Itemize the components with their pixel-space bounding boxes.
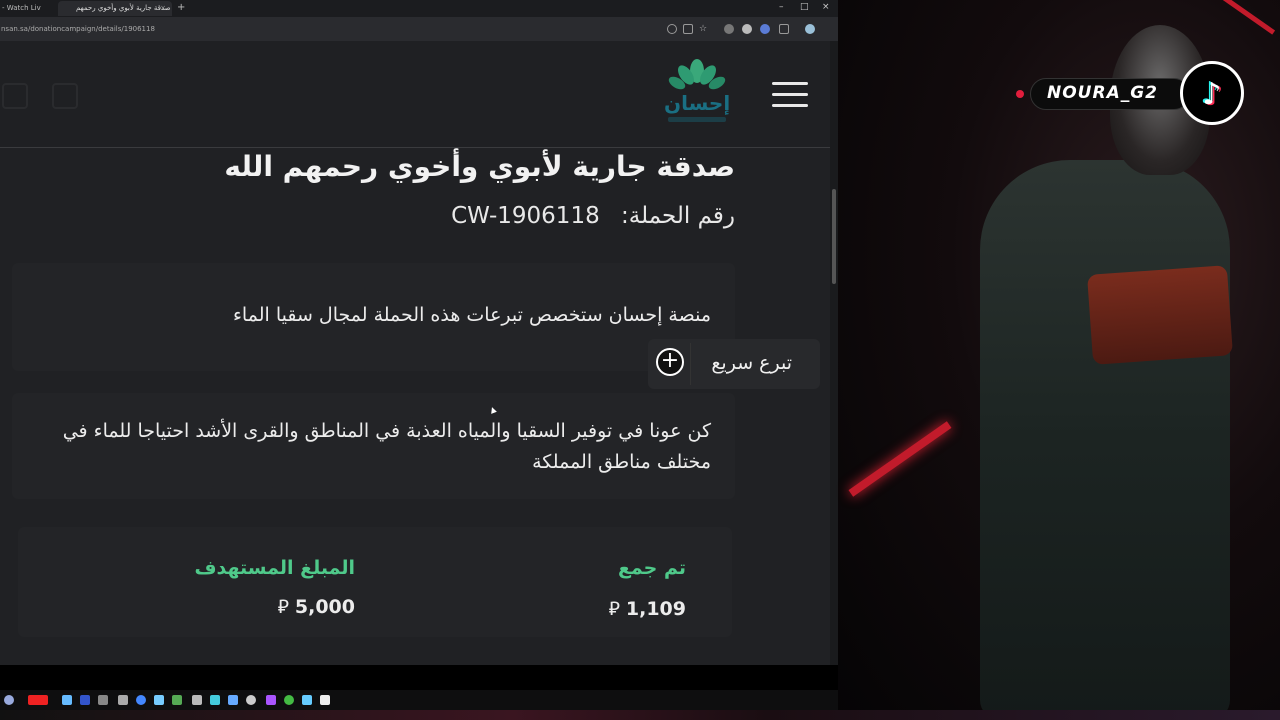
divider <box>690 343 691 385</box>
logo-text: إحسان <box>664 91 731 115</box>
samurai-sash <box>1087 265 1233 365</box>
bookmark-star-icon[interactable]: ☆ <box>699 24 709 34</box>
tiktok-logo-icon: ♪ <box>1180 61 1244 125</box>
site-header: إحسان <box>0 41 830 148</box>
zoom-icon[interactable] <box>667 24 677 34</box>
extension-icon-2[interactable] <box>742 24 752 34</box>
tab-watch-live[interactable]: - Watch Liv <box>0 1 52 16</box>
hamburger-line <box>772 104 808 107</box>
stats-card: تم جمع ⃁ 1,109 المبلغ المستهدف ⃁ 5,000 <box>18 527 732 637</box>
taskbar-app-icon[interactable] <box>266 695 276 705</box>
taskbar-app-icon[interactable] <box>228 695 238 705</box>
music-note-icon: ♪ <box>1202 77 1222 112</box>
sidepanel-icon[interactable] <box>779 24 789 34</box>
page-scrollbar[interactable] <box>830 41 838 665</box>
tab-campaign[interactable]: صدقة جارية لأبوي وأخوي رحمهم × <box>58 1 172 16</box>
riyal-icon: ⃁ <box>277 596 289 618</box>
browser-window: - Watch Liv صدقة جارية لأبوي وأخوي رحمهم… <box>0 0 838 665</box>
campaign-number-label: رقم الحملة: <box>621 203 735 229</box>
description-card: كن عونا في توفير السقيا والمياه العذبة ف… <box>12 393 735 499</box>
tab-bar: - Watch Liv صدقة جارية لأبوي وأخوي رحمهم… <box>0 0 838 17</box>
profile-avatar[interactable] <box>805 24 815 34</box>
taskbar-app-icon[interactable] <box>320 695 330 705</box>
quick-donate-button[interactable]: + تبرع سريع <box>648 339 820 389</box>
taskbar-app-icon[interactable] <box>62 695 72 705</box>
hamburger-line <box>772 82 808 85</box>
extension-icon[interactable] <box>724 24 734 34</box>
tab-label: صدقة جارية لأبوي وأخوي رحمهم <box>76 4 171 12</box>
taskbar-app-icon[interactable] <box>246 695 256 705</box>
target-amount: ⃁ 5,000 <box>278 595 355 619</box>
hamburger-line <box>772 93 808 96</box>
user-icon[interactable] <box>52 83 78 109</box>
live-dot <box>1016 90 1024 98</box>
collected-amount: ⃁ 1,109 <box>609 597 686 621</box>
taskbar-app-icon[interactable] <box>284 695 294 705</box>
taskbar-app-icon[interactable] <box>302 695 312 705</box>
start-icon[interactable] <box>4 695 14 705</box>
campaign-number: رقم الحملة: CW-1906118 <box>451 203 735 229</box>
campaign-number-value: CW-1906118 <box>451 203 600 229</box>
taskbar-app-icon[interactable] <box>154 695 164 705</box>
allocation-card: منصة إحسان ستخصص تبرعات هذه الحملة لمجال… <box>12 263 735 371</box>
taskbar-app-icon[interactable] <box>28 695 48 705</box>
taskbar-app-icon[interactable] <box>136 695 146 705</box>
taskbar-app-icon[interactable] <box>80 695 90 705</box>
close-window-icon[interactable]: × <box>822 0 830 15</box>
campaign-description: كن عونا في توفير السقيا والمياه العذبة ف… <box>62 420 711 473</box>
taskbar-app-icon[interactable] <box>210 695 220 705</box>
taskbar-app-icon[interactable] <box>172 695 182 705</box>
collected-value: 1,109 <box>625 598 686 620</box>
minimize-icon[interactable]: – <box>779 0 784 15</box>
ehsan-logo[interactable]: إحسان <box>664 59 730 127</box>
close-tab-icon[interactable]: × <box>160 1 166 16</box>
tab-label: - Watch Liv <box>2 4 41 12</box>
campaign-title: صدقة جارية لأبوي وأخوي رحمهم الله <box>224 150 735 183</box>
tiktok-username-badge: NOURA_G2 <box>1030 78 1190 110</box>
allocation-text: منصة إحسان ستخصص تبرعات هذه الحملة لمجال… <box>233 304 711 326</box>
scrollbar-thumb[interactable] <box>832 189 836 284</box>
quick-donate-label: تبرع سريع <box>711 352 792 374</box>
taskbar <box>0 690 838 710</box>
plus-icon: + <box>656 348 684 376</box>
taskbar-app-icon[interactable] <box>118 695 128 705</box>
maximize-icon[interactable]: □ <box>800 0 809 15</box>
cart-icon[interactable] <box>2 83 28 109</box>
leaf-logo-icon <box>668 59 726 90</box>
riyal-icon: ⃁ <box>608 598 620 620</box>
new-tab-icon[interactable]: + <box>177 0 185 15</box>
taskbar-app-icon[interactable] <box>98 695 108 705</box>
tiktok-username: NOURA_G2 <box>1047 83 1159 103</box>
samurai-figure <box>980 160 1230 720</box>
collected-label: تم جمع <box>617 557 686 579</box>
target-label: المبلغ المستهدف <box>194 557 355 579</box>
install-icon[interactable] <box>683 24 693 34</box>
logo-tagline <box>668 117 726 122</box>
extension-icon-3[interactable] <box>760 24 770 34</box>
target-value: 5,000 <box>294 596 355 618</box>
taskbar-app-icon[interactable] <box>192 695 202 705</box>
page-content: إحسان صدقة جارية لأبوي وأخوي رحمهم الله … <box>0 41 838 665</box>
bottom-strip <box>0 710 1280 720</box>
url-field[interactable]: nsan.sa/donationcampaign/details/1906118 <box>0 23 660 36</box>
address-bar: nsan.sa/donationcampaign/details/1906118… <box>0 17 838 41</box>
menu-button[interactable] <box>772 82 808 108</box>
